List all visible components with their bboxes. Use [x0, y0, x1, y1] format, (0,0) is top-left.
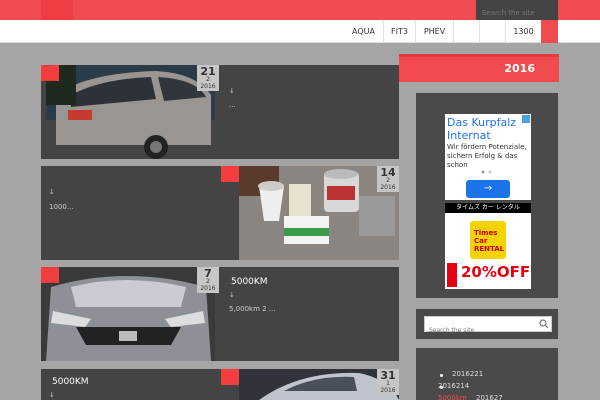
ad-text: Wir fördern Potenziale, sichern Erfolg &…	[447, 143, 527, 169]
post-meta: ↓	[229, 87, 235, 95]
sidebar-search-input[interactable]	[425, 323, 535, 338]
nav-accent	[541, 20, 558, 43]
archive-link-active[interactable]: 5000km	[438, 394, 467, 400]
archive-link[interactable]: 2016214	[438, 382, 469, 390]
post-corner-marker	[221, 369, 239, 385]
post-title[interactable]: 5000KM	[231, 277, 268, 287]
nav-item-1300[interactable]: 1300	[506, 20, 541, 43]
post-corner-marker	[41, 65, 59, 81]
times-car-logo: Times Car RENTAL	[470, 221, 506, 259]
ad-banner-times-car[interactable]: タイムズ カー レンタル Times Car RENTAL 20%OFF!	[445, 203, 531, 289]
post-card[interactable]: 31 1 2016 5000KM ↓	[41, 369, 399, 400]
ad-carousel-dots-icon	[481, 170, 492, 174]
post-meta: ↓	[49, 188, 55, 196]
nav-item-aqua[interactable]: AQUA	[344, 20, 384, 43]
post-thumbnail[interactable]	[239, 166, 399, 260]
sidebar-heading: 2016	[399, 54, 559, 82]
ad2-promo-bar	[447, 263, 457, 287]
ad-banner-internat[interactable]: Das Kurpfalz Internat Wir fördern Potenz…	[445, 114, 531, 200]
nav-item-4[interactable]	[454, 20, 480, 43]
post-corner-marker	[41, 267, 59, 283]
post-date: 21 2 2016	[197, 65, 219, 91]
ad-choices-icon[interactable]	[522, 115, 530, 123]
post-excerpt: ...	[229, 101, 236, 109]
post-thumbnail[interactable]	[239, 369, 399, 400]
main-nav: AQUA FIT3 PHEV 1300	[0, 20, 600, 43]
post-excerpt: 1000...	[49, 203, 74, 211]
post-date: 7 2 2016	[197, 267, 219, 293]
post-date: 31 1 2016	[377, 369, 399, 395]
post-date: 14 2 2016	[377, 166, 399, 192]
archive-bullet	[440, 374, 443, 377]
ad2-promo: 20%OFF!	[447, 263, 531, 287]
sidebar-heading-stripe	[399, 54, 559, 57]
post-thumbnail[interactable]	[46, 65, 215, 159]
ad-arrow-button[interactable]: →	[466, 180, 510, 198]
post-card[interactable]: 7 2 2016 5000KM ↓ 5,000km 2 ...	[41, 267, 399, 361]
nav-item-phev[interactable]: PHEV	[416, 20, 454, 43]
post-corner-marker	[221, 166, 239, 182]
sidebar-search[interactable]	[424, 316, 552, 338]
post-thumbnail[interactable]	[41, 267, 215, 361]
post-excerpt: 5,000km 2 ...	[229, 305, 276, 313]
post-card[interactable]: 14 2 2016 ↓ 1000...	[41, 166, 399, 260]
sidebar-heading-text: 2016	[504, 62, 535, 75]
archive-link[interactable]: 2016221	[452, 370, 483, 378]
search-icon[interactable]	[539, 319, 549, 329]
post-meta: ↓	[49, 391, 55, 399]
archive-widget	[416, 348, 558, 400]
ad-headline[interactable]: Das Kurpfalz Internat	[445, 114, 531, 142]
header-search[interactable]	[476, 0, 558, 23]
ad2-header: タイムズ カー レンタル	[445, 203, 531, 213]
nav-item-fit3[interactable]: FIT3	[384, 20, 416, 43]
nav-item-5[interactable]	[480, 20, 506, 43]
archive-link[interactable]: 201627	[476, 394, 503, 400]
post-meta: ↓	[229, 291, 235, 299]
post-title[interactable]: 5000KM	[52, 377, 89, 387]
post-card[interactable]: 21 2 2016 ↓ ...	[41, 65, 399, 159]
